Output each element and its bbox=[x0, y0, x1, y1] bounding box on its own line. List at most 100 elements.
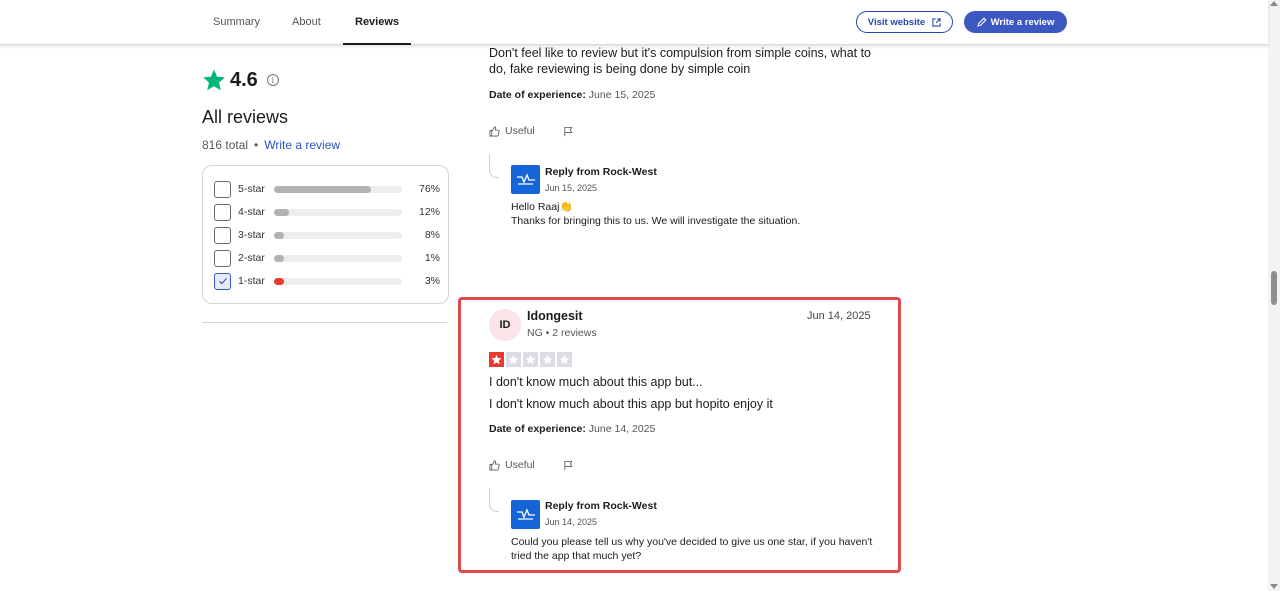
star-rating bbox=[489, 352, 572, 367]
filter-label: 4-star bbox=[238, 206, 265, 218]
avatar[interactable]: ID bbox=[489, 309, 521, 341]
total-row: 816 total • Write a review bbox=[202, 138, 340, 152]
highlighted-review-card bbox=[458, 297, 901, 573]
reviewer-meta: NG • 2 reviews bbox=[527, 327, 597, 339]
reviewer-name[interactable]: Idongesit bbox=[527, 309, 583, 323]
visit-website-label: Visit website bbox=[867, 16, 926, 28]
star-icon bbox=[523, 352, 538, 367]
star-icon bbox=[540, 352, 555, 367]
checkbox-2-star[interactable] bbox=[214, 249, 231, 267]
bar-fill bbox=[274, 208, 290, 216]
reply-connector bbox=[489, 154, 499, 178]
page-scrollbar[interactable] bbox=[1268, 0, 1280, 591]
filter-label: 3-star bbox=[238, 229, 265, 241]
filter-percent: 8% bbox=[424, 229, 440, 241]
filter-percent: 1% bbox=[424, 252, 440, 264]
rating-value: 4.6 bbox=[230, 68, 258, 91]
filter-label: 5-star bbox=[238, 183, 265, 195]
sidebar-divider bbox=[202, 322, 447, 323]
review-date: Jun 14, 2025 bbox=[807, 310, 871, 322]
reply-connector bbox=[489, 488, 499, 512]
rating-summary: 4.6 i bbox=[202, 68, 279, 92]
green-star-icon bbox=[203, 69, 225, 91]
filter-percent: 12% bbox=[418, 206, 440, 218]
review-title[interactable]: I don't know much about this app but... bbox=[489, 374, 703, 390]
checkbox-5-star[interactable] bbox=[214, 180, 231, 198]
thumbs-up-icon[interactable] bbox=[489, 126, 500, 137]
distribution-bar bbox=[274, 185, 402, 193]
reply-1-from: Reply from Rock-West bbox=[545, 166, 657, 178]
scroll-up-arrow-icon[interactable] bbox=[1270, 1, 1278, 6]
checkmark-icon bbox=[218, 278, 227, 285]
review-1-body: Don't feel like to review but it's compu… bbox=[489, 45, 871, 77]
star-icon bbox=[557, 352, 572, 367]
bar-fill bbox=[274, 254, 285, 262]
review-2-date-of-experience: Date of experience: June 14, 2025 bbox=[489, 423, 655, 435]
all-reviews-heading: All reviews bbox=[202, 107, 289, 127]
reply-2-date: Jun 14, 2025 bbox=[545, 517, 598, 527]
reply-line: Hello Raaj👏 bbox=[511, 201, 573, 213]
rock-west-logo bbox=[511, 165, 540, 194]
filter-label: 1-star bbox=[238, 275, 265, 287]
write-review-button[interactable]: Write a review bbox=[964, 11, 1067, 33]
checkbox-1-star[interactable] bbox=[214, 272, 231, 290]
flag-icon[interactable] bbox=[563, 460, 574, 471]
pencil-icon bbox=[976, 17, 987, 27]
useful-button[interactable]: Useful bbox=[505, 459, 535, 471]
scroll-down-arrow-icon[interactable] bbox=[1270, 584, 1278, 589]
thumbs-up-icon[interactable] bbox=[489, 460, 500, 471]
review-body-line: Don't feel like to review but it's compu… bbox=[489, 46, 872, 60]
filter-percent: 76% bbox=[418, 183, 440, 195]
filter-row-5-star[interactable]: 5-star 76% bbox=[214, 180, 440, 198]
top-nav: Summary About Reviews Visit website Writ… bbox=[0, 0, 1268, 45]
reply-line: Thanks for bringing this to us. We will … bbox=[511, 215, 801, 227]
distribution-bar bbox=[274, 231, 402, 239]
tab-reviews[interactable]: Reviews bbox=[342, 0, 412, 45]
write-review-label: Write a review bbox=[990, 16, 1055, 28]
review-1-actions: Useful bbox=[489, 125, 574, 137]
filter-row-3-star[interactable]: 3-star 8% bbox=[214, 226, 440, 244]
doe-label: Date of experience: bbox=[489, 89, 586, 101]
info-icon[interactable]: i bbox=[266, 74, 279, 86]
reply-line: Could you please tell us why you've deci… bbox=[511, 536, 873, 548]
distribution-bar bbox=[274, 254, 402, 262]
doe-value: June 15, 2025 bbox=[588, 89, 656, 101]
distribution-bar bbox=[274, 208, 402, 216]
write-review-link[interactable]: Write a review bbox=[264, 138, 340, 152]
rock-west-logo bbox=[511, 500, 540, 529]
scrollbar-thumb[interactable] bbox=[1271, 271, 1277, 305]
review-2-actions: Useful bbox=[489, 459, 574, 471]
star-icon bbox=[489, 352, 504, 367]
doe-label: Date of experience: bbox=[489, 423, 586, 435]
reply-1-date: Jun 15, 2025 bbox=[545, 183, 598, 193]
bar-fill bbox=[274, 231, 285, 239]
flag-icon[interactable] bbox=[563, 126, 574, 137]
company-logo-icon bbox=[516, 507, 535, 520]
total-count: 816 total bbox=[202, 138, 249, 152]
separator-dot: • bbox=[254, 138, 259, 152]
checkbox-4-star[interactable] bbox=[214, 203, 231, 221]
external-link-icon bbox=[932, 17, 941, 27]
company-logo-icon bbox=[516, 172, 535, 185]
review-body-line: do, fake reviewing is being done by simp… bbox=[489, 62, 751, 76]
filter-row-2-star[interactable]: 2-star 1% bbox=[214, 249, 440, 267]
doe-value: June 14, 2025 bbox=[588, 423, 656, 435]
bar-fill bbox=[274, 277, 285, 285]
star-filter-box: 5-star 76% 4-star 12% 3-star 8% 2-star 1… bbox=[202, 165, 449, 304]
filter-label: 2-star bbox=[238, 252, 265, 264]
reply-2-text: Could you please tell us why you've deci… bbox=[511, 535, 872, 563]
filter-row-4-star[interactable]: 4-star 12% bbox=[214, 203, 440, 221]
bar-fill bbox=[274, 185, 372, 193]
checkbox-3-star[interactable] bbox=[214, 226, 231, 244]
filter-percent: 3% bbox=[424, 275, 440, 287]
reply-line: tried the app that much yet? bbox=[511, 550, 642, 562]
tab-summary[interactable]: Summary bbox=[213, 0, 260, 45]
tab-about[interactable]: About bbox=[292, 0, 321, 45]
visit-website-button[interactable]: Visit website bbox=[856, 11, 953, 33]
filter-row-1-star[interactable]: 1-star 3% bbox=[214, 272, 440, 290]
review-1-date-of-experience: Date of experience: June 15, 2025 bbox=[489, 89, 655, 101]
reply-2-from: Reply from Rock-West bbox=[545, 500, 657, 512]
review-2-body: I don't know much about this app but hop… bbox=[489, 397, 773, 411]
star-icon bbox=[506, 352, 521, 367]
useful-button[interactable]: Useful bbox=[505, 125, 535, 137]
